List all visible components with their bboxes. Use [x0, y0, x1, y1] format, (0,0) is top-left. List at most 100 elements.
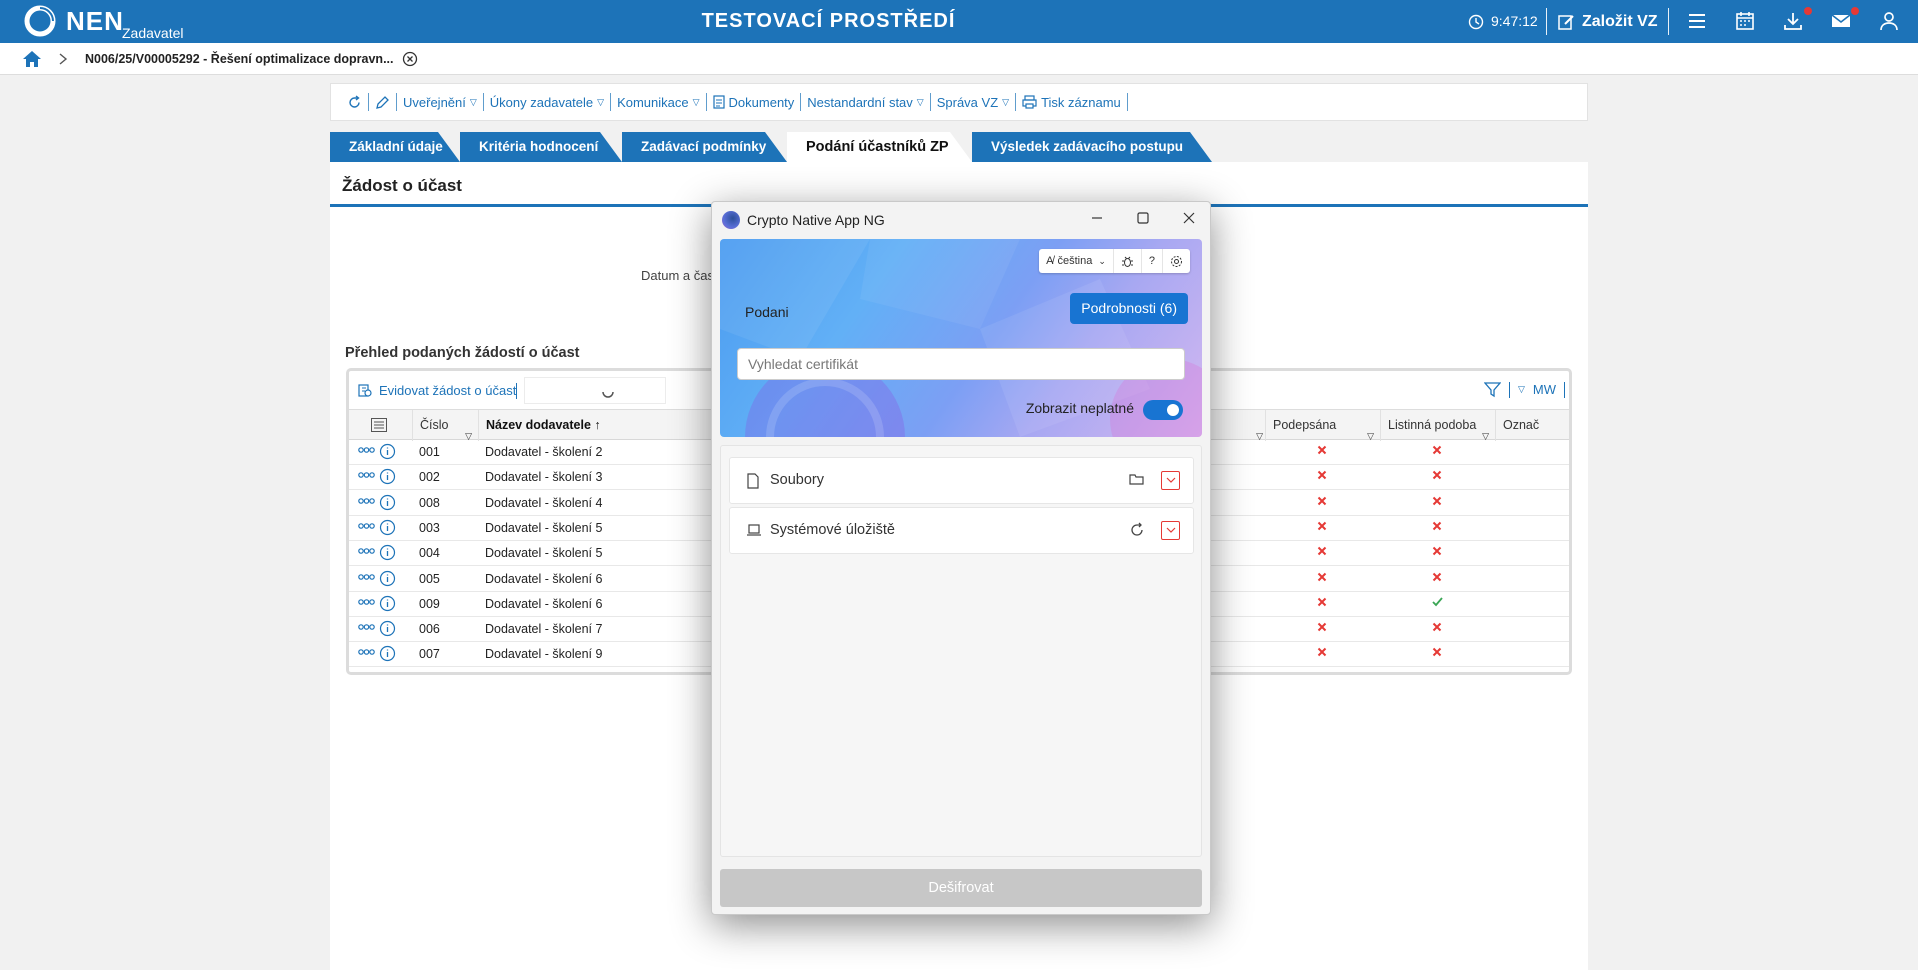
download-icon[interactable] — [1782, 10, 1804, 32]
filter-icon[interactable] — [1483, 381, 1501, 398]
info-icon[interactable] — [379, 544, 396, 561]
more-icon[interactable] — [358, 446, 375, 454]
expand-button[interactable] — [1161, 521, 1180, 540]
menu-icon[interactable] — [1686, 10, 1708, 32]
close-icon[interactable] — [402, 51, 418, 67]
sort-up-icon: ↑ — [594, 418, 601, 432]
info-icon[interactable] — [379, 519, 396, 536]
folder-open-icon[interactable] — [1129, 472, 1145, 486]
info-icon[interactable] — [379, 570, 396, 587]
more-icon[interactable] — [358, 522, 375, 530]
info-icon[interactable] — [379, 443, 396, 460]
more-icon[interactable] — [358, 573, 375, 581]
language-select[interactable]: A̸ čeština ⌄ — [1039, 249, 1113, 273]
info-icon[interactable] — [379, 468, 396, 485]
info-icon[interactable] — [379, 620, 396, 637]
info-icon[interactable] — [379, 595, 396, 612]
cross-icon — [1432, 470, 1442, 480]
calendar-icon[interactable] — [1734, 10, 1756, 32]
cell-cislo: 003 — [419, 520, 440, 535]
debug-button[interactable] — [1112, 249, 1141, 273]
bug-icon — [1121, 256, 1133, 267]
section-soubory[interactable]: Soubory — [729, 457, 1194, 504]
more-icon[interactable] — [358, 598, 375, 606]
cross-icon — [1317, 546, 1327, 556]
show-invalid-toggle[interactable] — [1143, 400, 1183, 420]
column-settings[interactable] — [349, 410, 412, 441]
laptop-icon — [747, 524, 761, 536]
info-icon[interactable] — [379, 645, 396, 662]
menu-komunikace[interactable]: Komunikace ▽ — [611, 93, 705, 111]
more-icon[interactable] — [358, 497, 375, 505]
section-systemove-uloziste[interactable]: Systémové úložiště — [729, 507, 1194, 554]
column-podepsana[interactable]: Podepsána ▽ — [1265, 410, 1380, 441]
mw-label[interactable]: MW — [1533, 382, 1556, 397]
menu-uverejneni[interactable]: Uveřejnění ▽ — [397, 93, 483, 111]
close-icon[interactable] — [1182, 211, 1196, 225]
column-oznac[interactable]: Označ — [1495, 410, 1569, 441]
cross-icon — [1317, 572, 1327, 582]
tab-zakladni-udaje[interactable]: Základní údaje — [330, 132, 460, 162]
breadcrumb: N006/25/V00005292 - Řešení optimalizace … — [0, 43, 1918, 75]
menu-dokumenty[interactable]: Dokumenty — [707, 93, 801, 111]
divider — [800, 93, 802, 111]
column-listinna[interactable]: Listinná podoba ▽ — [1380, 410, 1495, 441]
column-label: Podepsána — [1273, 418, 1337, 432]
user-icon[interactable] — [1878, 10, 1900, 32]
decrypt-button[interactable]: Dešifrovat — [720, 869, 1202, 907]
menu-tisk-zaznamu[interactable]: Tisk záznamu — [1016, 93, 1127, 111]
minimize-icon[interactable] — [1090, 211, 1104, 225]
cross-icon — [1317, 496, 1327, 506]
cross-icon — [1317, 470, 1327, 480]
create-vz-button[interactable]: Založit VZ — [1557, 8, 1658, 35]
mail-icon[interactable] — [1830, 10, 1852, 32]
breadcrumb-item[interactable]: N006/25/V00005292 - Řešení optimalizace … — [85, 52, 393, 66]
refresh-button[interactable] — [341, 93, 368, 111]
menu-nestandardni-stav[interactable]: Nestandardní stav ▽ — [801, 93, 929, 111]
menu-label: Nestandardní stav — [807, 94, 913, 110]
caret-down-icon: ▽ — [597, 96, 605, 107]
edit-icon — [1558, 14, 1574, 30]
cell-cislo: 009 — [419, 596, 440, 611]
top-bar: NEN Zadavatel TESTOVACÍ PROSTŘEDÍ 9:47:1… — [0, 0, 1918, 43]
action-toolbar: Uveřejnění ▽ Úkony zadavatele ▽ Komunikace… — [330, 83, 1588, 121]
printer-icon — [1022, 95, 1037, 109]
refresh-icon[interactable] — [1129, 522, 1145, 538]
column-cislo[interactable]: Číslo ▽ — [412, 410, 478, 441]
menu-sprava-vz[interactable]: Správa VZ ▽ — [931, 93, 1015, 111]
cross-icon — [1432, 647, 1442, 657]
tab-vysledek[interactable]: Výsledek zadávacího postupu — [972, 132, 1212, 162]
caret-down-icon: ▽ — [692, 96, 700, 107]
menu-ukony-zadavatele[interactable]: Úkony zadavatele ▽ — [484, 93, 610, 111]
more-icon[interactable] — [358, 471, 375, 479]
evidovat-button[interactable]: Evidovat žádost o účast — [357, 382, 516, 398]
settings-sliders-icon — [371, 418, 387, 432]
more-icon[interactable] — [358, 648, 375, 656]
window-titlebar[interactable]: Crypto Native App NG — [712, 202, 1210, 238]
more-icon[interactable] — [358, 547, 375, 555]
menu-label: Úkony zadavatele — [489, 94, 594, 110]
tab-kriteria-hodnoceni[interactable]: Kritéria hodnocení — [460, 132, 622, 162]
help-button[interactable]: ? — [1140, 249, 1162, 273]
menu-label: Komunikace — [617, 94, 689, 110]
refresh-icon — [349, 94, 360, 108]
cross-icon — [1317, 445, 1327, 455]
more-icon[interactable] — [358, 623, 375, 631]
settings-button[interactable] — [1162, 249, 1190, 273]
cross-icon — [1432, 496, 1442, 506]
menu-label: Tisk záznamu — [1041, 94, 1121, 110]
edit-button[interactable] — [369, 93, 396, 111]
certificate-search-input[interactable]: Vyhledat certifikát — [737, 348, 1185, 380]
expand-button[interactable] — [1161, 471, 1180, 490]
maximize-icon[interactable] — [1136, 211, 1150, 225]
tab-zadavaci-podminky[interactable]: Zadávací podmínky — [622, 132, 787, 162]
cell-nazev: Dodavatel - školení 5 — [485, 546, 603, 561]
column-filter[interactable]: ▽ — [1249, 410, 1265, 441]
cell-nazev: Dodavatel - školení 6 — [485, 596, 603, 611]
home-icon[interactable] — [22, 50, 42, 68]
details-button[interactable]: Podrobnosti (6) — [1070, 293, 1188, 324]
app-icon — [722, 211, 740, 229]
info-icon[interactable] — [379, 494, 396, 511]
caret-down-icon[interactable]: ▽ — [1518, 384, 1525, 395]
tab-podani-ucastniku[interactable]: Podání účastníků ZP — [787, 132, 972, 162]
